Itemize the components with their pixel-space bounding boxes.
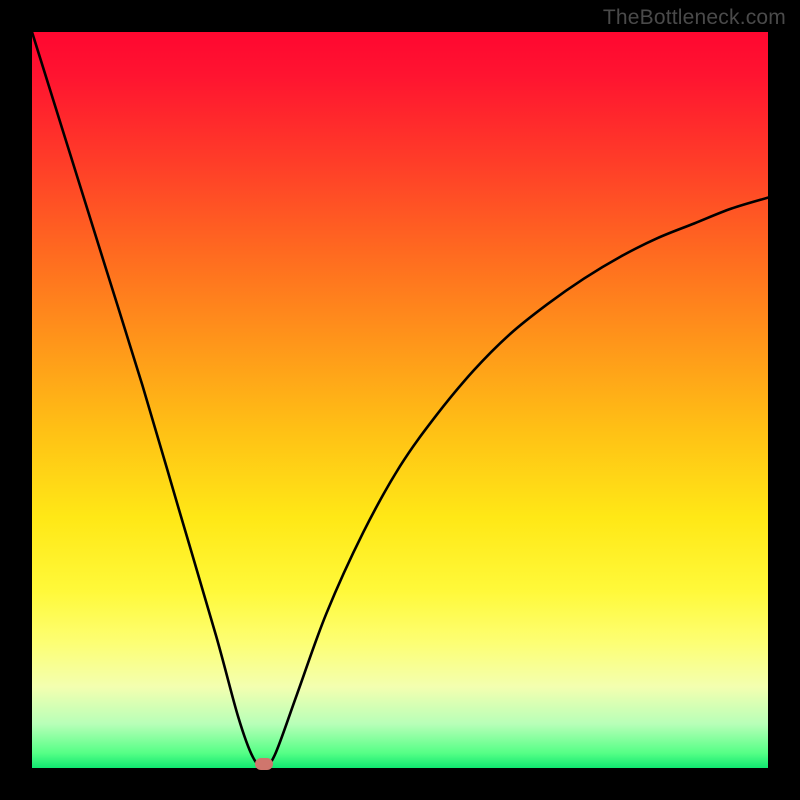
chart-frame: TheBottleneck.com — [0, 0, 800, 800]
bottleneck-curve — [32, 32, 768, 768]
plot-area — [32, 32, 768, 768]
minimum-marker — [255, 758, 273, 770]
curve-path — [32, 32, 768, 767]
watermark-text: TheBottleneck.com — [603, 6, 786, 30]
